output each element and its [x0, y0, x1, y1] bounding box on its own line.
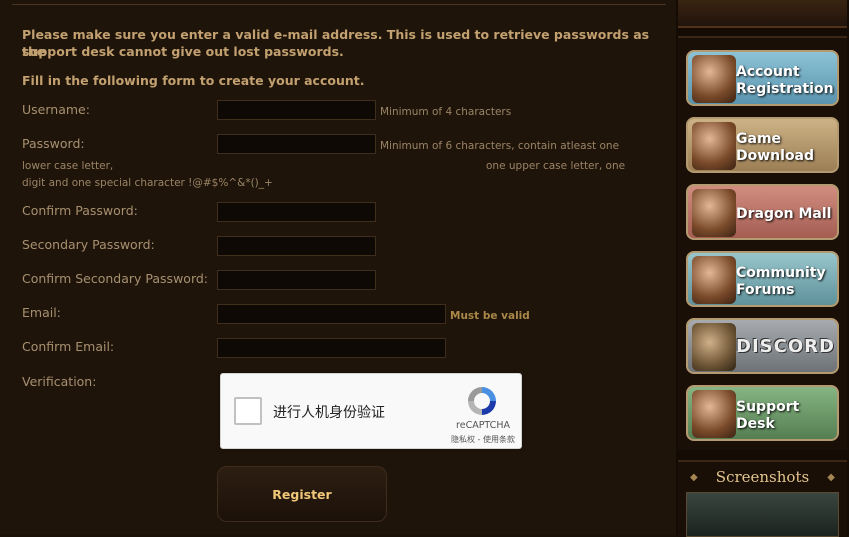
- email-input[interactable]: [217, 304, 446, 324]
- email-label: Email:: [22, 305, 61, 320]
- support-desk-button[interactable]: Support Desk: [686, 385, 839, 441]
- intro-text: support desk cannot give out lost passwo…: [22, 44, 344, 59]
- screenshot-thumbnail[interactable]: [686, 492, 839, 537]
- community-forums-label-2: Forums: [736, 282, 795, 298]
- confirm-password-input[interactable]: [217, 202, 376, 222]
- dragon-mall-label: Dragon Mall: [736, 206, 832, 222]
- screenshots-title: Screenshots: [715, 468, 810, 486]
- recaptcha-text: 进行人机身份验证: [273, 405, 385, 421]
- community-forums-button[interactable]: Community Forums: [686, 251, 839, 307]
- username-label: Username:: [22, 102, 90, 117]
- recaptcha-widget: 进行人机身份验证 reCAPTCHA 隐私权 - 使用条款: [220, 373, 522, 449]
- recaptcha-logo-icon: [468, 387, 496, 415]
- account-registration-label-2: Registration: [736, 81, 834, 97]
- game-download-label-2: Download: [736, 148, 815, 164]
- email-hint: Must be valid: [450, 310, 530, 322]
- screenshots-panel: ◆ Screenshots ◆: [678, 460, 847, 537]
- dragon-icon: [692, 323, 736, 371]
- warrior-portrait-icon: [692, 55, 736, 103]
- password-hint: Minimum of 6 characters, contain atleast…: [380, 140, 620, 152]
- register-button[interactable]: Register: [217, 466, 387, 522]
- barbarian-portrait-icon: [692, 122, 736, 170]
- game-download-label: Game: [736, 131, 782, 147]
- secondary-password-label: Secondary Password:: [22, 237, 155, 252]
- confirm-email-input[interactable]: [217, 338, 446, 358]
- account-registration-label: Account: [736, 64, 800, 80]
- discord-button[interactable]: DISCORD: [686, 318, 839, 374]
- divider: [12, 4, 666, 5]
- sidebar: Account Registration Game Download Drago…: [676, 0, 849, 537]
- username-input[interactable]: [217, 100, 376, 120]
- discord-label: DISCORD: [736, 336, 835, 357]
- password-hint-rules: digit and one special character !@#$%^&*…: [22, 177, 273, 189]
- password-hint-right: one upper case letter, one: [486, 160, 626, 172]
- password-label: Password:: [22, 136, 85, 151]
- ornament-right-icon: ◆: [827, 472, 835, 483]
- archer-portrait-icon: [692, 189, 736, 237]
- dragon-mall-button[interactable]: Dragon Mall: [686, 184, 839, 240]
- username-hint: Minimum of 4 characters: [380, 106, 512, 118]
- password-hint-left: lower case letter,: [22, 160, 114, 172]
- main-content: Please make sure you enter a valid e-mai…: [0, 0, 676, 535]
- verification-label: Verification:: [22, 374, 97, 389]
- knight-portrait-icon: [692, 390, 736, 438]
- game-download-button[interactable]: Game Download: [686, 117, 839, 173]
- secondary-password-input[interactable]: [217, 236, 376, 256]
- confirm-password-label: Confirm Password:: [22, 203, 138, 218]
- account-registration-button[interactable]: Account Registration: [686, 50, 839, 106]
- password-input[interactable]: [217, 134, 376, 154]
- recaptcha-checkbox[interactable]: [234, 397, 262, 425]
- intro-text: Fill in the following form to create you…: [22, 73, 365, 88]
- confirm-secondary-password-label: Confirm Secondary Password:: [22, 271, 209, 286]
- dwarf-portrait-icon: [692, 256, 736, 304]
- recaptcha-brand: reCAPTCHA: [456, 420, 510, 431]
- sidebar-header-decoration: [678, 0, 847, 28]
- sidebar-button-panel: Account Registration Game Download Drago…: [678, 36, 847, 450]
- confirm-email-label: Confirm Email:: [22, 339, 115, 354]
- community-forums-label: Community: [736, 265, 826, 281]
- support-desk-label-2: Desk: [736, 416, 775, 432]
- confirm-secondary-password-input[interactable]: [217, 270, 376, 290]
- support-desk-label: Support: [736, 399, 800, 415]
- recaptcha-terms-link[interactable]: 隐私权 - 使用条款: [445, 434, 521, 445]
